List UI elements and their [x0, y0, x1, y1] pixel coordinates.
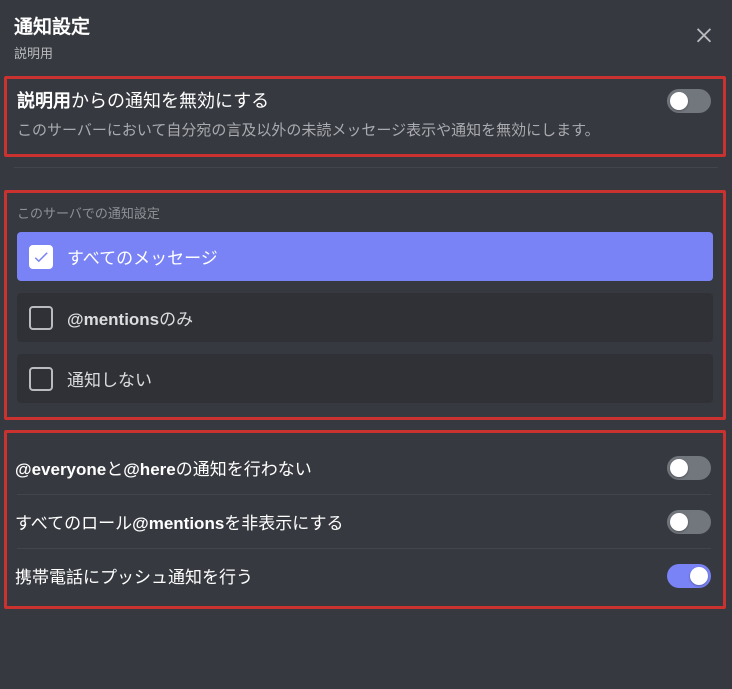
- radio-label: 通知しない: [67, 366, 152, 391]
- header-titles: 通知設定 説明用: [14, 16, 90, 62]
- radio-option-mentions-only[interactable]: @mentionsのみ: [17, 293, 713, 342]
- toggle-switch-mobile-push[interactable]: [667, 564, 711, 588]
- radio-label: @mentionsのみ: [67, 305, 193, 330]
- here-text: @here: [123, 460, 176, 479]
- suppress-toggles-section: @everyoneと@hereの通知を行わない すべてのロール@mentions…: [4, 430, 726, 609]
- checkbox-icon: [29, 306, 53, 330]
- dialog-header: 通知設定 説明用: [0, 0, 732, 72]
- toggle-knob: [670, 459, 688, 477]
- notification-mode-heading: このサーバでの通知設定: [17, 203, 713, 222]
- everyone-text: @everyone: [15, 460, 106, 479]
- mute-server-description: このサーバーにおいて自分宛の言及以外の未読メッセージ表示や通知を無効にします。: [17, 120, 711, 143]
- toggle-suppress-everyone: @everyoneと@hereの通知を行わない: [15, 441, 713, 494]
- mentions-suffix: のみ: [159, 310, 193, 329]
- mute-server-label: 説明用からの通知を無効にする: [17, 89, 269, 114]
- notification-mode-section: このサーバでの通知設定 すべてのメッセージ @mentionsのみ 通知しない: [4, 190, 726, 420]
- toggle-switch-suppress-everyone[interactable]: [667, 456, 711, 480]
- mute-server-toggle[interactable]: [667, 89, 711, 113]
- toggle-knob: [670, 92, 688, 110]
- toggle-label: 携帯電話にプッシュ通知を行う: [15, 563, 253, 588]
- dialog-subtitle: 説明用: [14, 43, 90, 62]
- radio-option-all-messages[interactable]: すべてのメッセージ: [17, 232, 713, 281]
- radio-option-nothing[interactable]: 通知しない: [17, 354, 713, 403]
- radio-label: すべてのメッセージ: [67, 244, 218, 269]
- toggle-switch-suppress-roles[interactable]: [667, 510, 711, 534]
- mute-server-label-rest: からの通知を無効にする: [71, 91, 269, 111]
- checkbox-icon: [29, 245, 53, 269]
- toggle-suppress-role-mentions: すべてのロール@mentionsを非表示にする: [15, 495, 713, 548]
- mute-server-section: 説明用からの通知を無効にする このサーバーにおいて自分宛の言及以外の未読メッセー…: [4, 76, 726, 158]
- mute-server-row: 説明用からの通知を無効にする: [17, 89, 711, 114]
- toggle-knob: [670, 513, 688, 531]
- mute-server-name: 説明用: [17, 91, 71, 111]
- close-button[interactable]: [690, 20, 718, 48]
- toggle-mobile-push: 携帯電話にプッシュ通知を行う: [15, 549, 713, 602]
- divider: [14, 167, 718, 168]
- toggle-knob: [690, 567, 708, 585]
- checkbox-icon: [29, 367, 53, 391]
- toggle-label: @everyoneと@hereの通知を行わない: [15, 455, 312, 480]
- toggle-label: すべてのロール@mentionsを非表示にする: [15, 509, 343, 534]
- mentions-text: @mentions: [132, 514, 224, 533]
- dialog-title: 通知設定: [14, 16, 90, 41]
- mentions-text: @mentions: [67, 310, 159, 329]
- close-icon: [693, 23, 715, 45]
